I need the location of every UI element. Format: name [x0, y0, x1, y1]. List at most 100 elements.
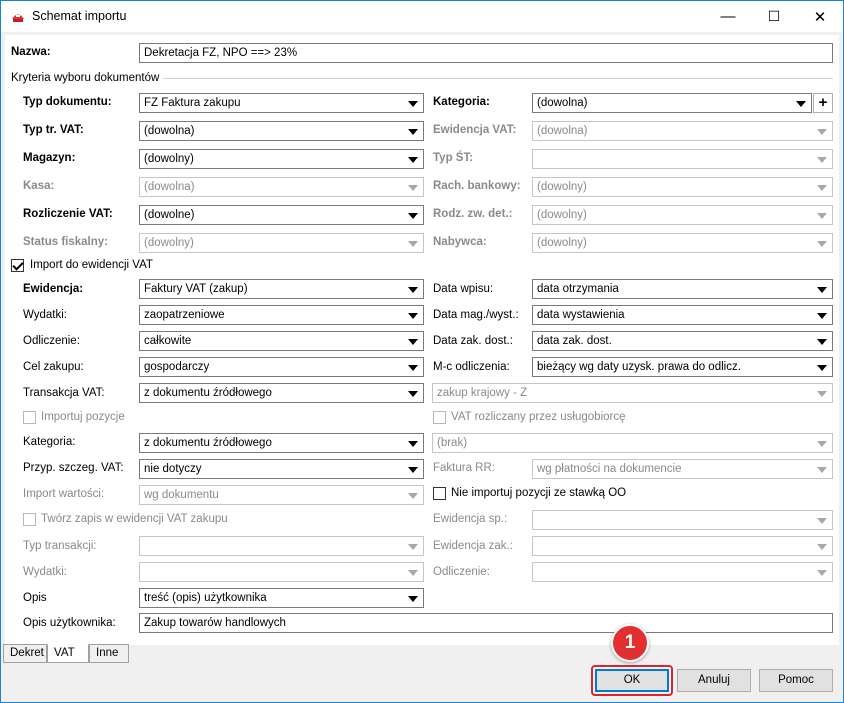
special-case-label: Przyp. szczeg. VAT: [23, 462, 124, 474]
vat-settlement-select[interactable]: (dowolne) [139, 205, 424, 225]
name-input[interactable]: Dekretacja FZ, NPO ==> 23% [139, 43, 833, 63]
skip-oo-checkbox[interactable] [433, 487, 446, 500]
category-label: Kategoria: [433, 96, 490, 108]
expenses-select[interactable]: zaopatrzeniowe [139, 305, 424, 325]
chevron-down-icon [408, 241, 418, 247]
purchase-purpose-select[interactable]: gospodarczy [139, 357, 424, 377]
chevron-down-icon [408, 365, 418, 371]
value-import-select: wg dokumentu [139, 485, 424, 505]
chevron-down-icon [408, 101, 418, 107]
vat-register-select: (dowolna) [532, 121, 833, 141]
sales-register-label: Ewidencja sp.: [433, 513, 508, 525]
tab-dekret[interactable]: Dekret [3, 644, 47, 663]
issue-date-select[interactable]: data wystawienia [532, 305, 833, 325]
chevron-down-icon [817, 185, 827, 191]
sales-register-select [532, 510, 833, 530]
transaction-type-select [139, 536, 424, 556]
vat-tr-type-label: Typ tr. VAT: [23, 124, 84, 136]
form-area: Nazwa: Dekretacja FZ, NPO ==> 23% Kryter… [5, 35, 839, 645]
buyer-select: (dowolny) [532, 233, 833, 253]
user-description-input[interactable]: Zakup towarów handlowych [139, 613, 833, 633]
bank-account-label: Rach. bankowy: [433, 180, 521, 192]
tab-inne[interactable]: Inne [89, 644, 129, 663]
special-case-select[interactable]: nie dotyczy [139, 459, 424, 479]
skip-oo-label: Nie importuj pozycji ze stawką OO [451, 487, 627, 499]
create-purchase-entry-checkbox [23, 513, 36, 526]
minimize-button[interactable]: — [705, 1, 751, 32]
register-select[interactable]: Faktury VAT (zakup) [139, 279, 424, 299]
vat-transaction-label: Transakcja VAT: [23, 387, 105, 399]
entry-date-label: Data wpisu: [433, 283, 494, 295]
vat-tr-type-select[interactable]: (dowolna) [139, 121, 424, 141]
entry-date-select[interactable]: data otrzymania [532, 279, 833, 299]
chevron-down-icon [408, 313, 418, 319]
app-logo-icon [12, 14, 24, 22]
vat-by-recipient-label: VAT rozliczany przez usługobiorcę [451, 411, 626, 423]
chevron-down-icon [796, 101, 806, 107]
doc-type-label: Typ dokumentu: [23, 96, 112, 108]
chevron-down-icon [817, 518, 827, 524]
dialog-window: Schemat importu — ☐ ✕ Nazwa: Dekretacja … [0, 0, 844, 703]
category-select[interactable]: (dowolna) [532, 93, 812, 113]
title-bar: Schemat importu — ☐ ✕ [1, 1, 843, 32]
deduction-label: Odliczenie: [23, 335, 80, 347]
vat-settlement-label: Rozliczenie VAT: [23, 208, 113, 220]
deduction-select[interactable]: całkowite [139, 331, 424, 351]
issue-date-label: Data mag./wyst.: [433, 309, 519, 321]
chevron-down-icon [408, 157, 418, 163]
close-button[interactable]: ✕ [797, 1, 843, 32]
chevron-down-icon [817, 287, 827, 293]
deduction-month-select[interactable]: bieżący wg daty uzysk. prawa do odlicz. [532, 357, 833, 377]
cancel-button[interactable]: Anuluj [677, 669, 751, 692]
vat-category-select[interactable]: z dokumentu źródłowego [139, 433, 424, 453]
chevron-down-icon [408, 185, 418, 191]
import-items-checkbox [23, 411, 36, 424]
purchase-register-label: Ewidencja zak.: [433, 540, 513, 552]
purchase-register-select [532, 536, 833, 556]
vat-category-detail-select: (brak) [432, 433, 833, 453]
import-items-label: Importuj pozycje [41, 411, 125, 423]
chevron-down-icon [817, 467, 827, 473]
delivery-date-select[interactable]: data zak. dost. [532, 331, 833, 351]
buyer-label: Nabywca: [433, 236, 487, 248]
criteria-section-label: Kryteria wyboru dokumentów [11, 72, 160, 84]
chevron-down-icon [817, 157, 827, 163]
return-type-label: Rodz. zw. det.: [433, 208, 513, 220]
chevron-down-icon [408, 441, 418, 447]
section-divider [163, 78, 833, 79]
help-button[interactable]: Pomoc [759, 669, 833, 692]
chevron-down-icon [408, 544, 418, 550]
delivery-date-label: Data zak. dost.: [433, 335, 513, 347]
chevron-down-icon [817, 339, 827, 345]
import-vat-checkbox[interactable] [11, 259, 24, 272]
chevron-down-icon [408, 467, 418, 473]
description-select[interactable]: treść (opis) użytkownika [139, 588, 424, 608]
cash-label: Kasa: [23, 180, 55, 192]
warehouse-select[interactable]: (dowolny) [139, 149, 424, 169]
tab-vat[interactable]: VAT [47, 644, 89, 663]
cash-select: (dowolna) [139, 177, 424, 197]
chevron-down-icon [817, 544, 827, 550]
expenses2-select [139, 562, 424, 582]
vat-transaction-select[interactable]: z dokumentu źródłowego [139, 383, 424, 403]
value-import-label: Import wartości: [23, 488, 105, 500]
doc-type-select[interactable]: FZ Faktura zakupu [139, 93, 424, 113]
chevron-down-icon [817, 241, 827, 247]
maximize-button[interactable]: ☐ [751, 1, 797, 32]
purchase-purpose-label: Cel zakupu: [23, 361, 84, 373]
deduction-month-label: M-c odliczenia: [433, 361, 510, 373]
chevron-down-icon [408, 339, 418, 345]
create-purchase-entry-label: Twórz zapis w ewidencji VAT zakupu [41, 513, 228, 525]
expenses-label: Wydatki: [23, 309, 67, 321]
chevron-down-icon [817, 365, 827, 371]
vat-category-label: Kategoria: [23, 436, 76, 448]
chevron-down-icon [408, 129, 418, 135]
chevron-down-icon [817, 391, 827, 397]
step-number-badge: 1 [611, 624, 649, 662]
fixed-asset-type-label: Typ ŚT: [433, 152, 474, 164]
chevron-down-icon [408, 493, 418, 499]
chevron-down-icon [817, 441, 827, 447]
expenses2-label: Wydatki: [23, 566, 67, 578]
add-category-button[interactable]: + [813, 93, 833, 113]
return-type-select: (dowolny) [532, 205, 833, 225]
